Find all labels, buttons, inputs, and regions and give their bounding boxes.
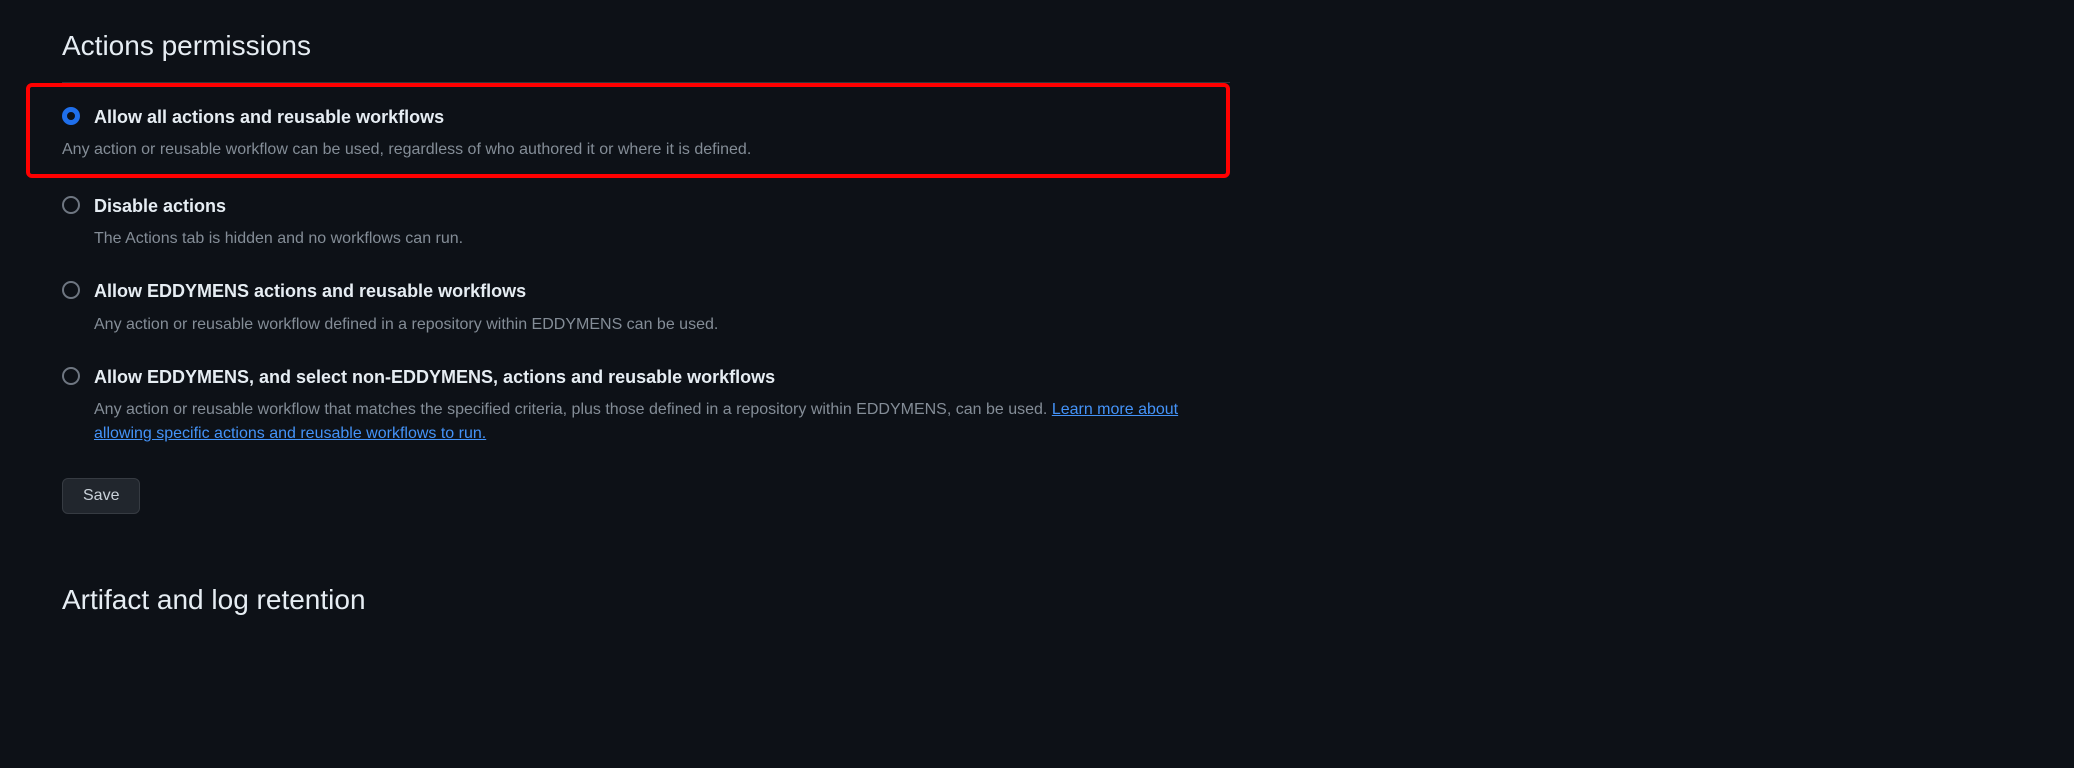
radio-option-allow-all[interactable]: Allow all actions and reusable workflows… — [26, 83, 1230, 178]
radio-description: Any action or reusable workflow can be u… — [30, 138, 1218, 162]
radio-icon[interactable] — [62, 107, 80, 125]
radio-option-allow-org-actions[interactable]: Allow EDDYMENS actions and reusable work… — [62, 263, 1230, 348]
radio-label: Disable actions — [94, 194, 226, 219]
radio-option-disable-actions[interactable]: Disable actions The Actions tab is hidde… — [62, 178, 1230, 263]
section-title-actions-permissions: Actions permissions — [62, 30, 1230, 74]
radio-icon[interactable] — [62, 367, 80, 385]
radio-description: The Actions tab is hidden and no workflo… — [62, 227, 1230, 251]
radio-description: Any action or reusable workflow that mat… — [62, 398, 1230, 446]
save-button[interactable]: Save — [62, 478, 140, 514]
actions-permissions-radio-group: Allow all actions and reusable workflows… — [62, 83, 1230, 458]
radio-description-text: Any action or reusable workflow that mat… — [94, 401, 1052, 418]
radio-label: Allow EDDYMENS actions and reusable work… — [94, 279, 526, 304]
section-title-artifact-retention: Artifact and log retention — [62, 584, 1230, 616]
radio-option-allow-select-actions[interactable]: Allow EDDYMENS, and select non-EDDYMENS,… — [62, 349, 1230, 458]
radio-label: Allow EDDYMENS, and select non-EDDYMENS,… — [94, 365, 775, 390]
radio-label: Allow all actions and reusable workflows — [94, 105, 444, 130]
radio-icon[interactable] — [62, 196, 80, 214]
radio-description: Any action or reusable workflow defined … — [62, 313, 1230, 337]
radio-icon[interactable] — [62, 281, 80, 299]
